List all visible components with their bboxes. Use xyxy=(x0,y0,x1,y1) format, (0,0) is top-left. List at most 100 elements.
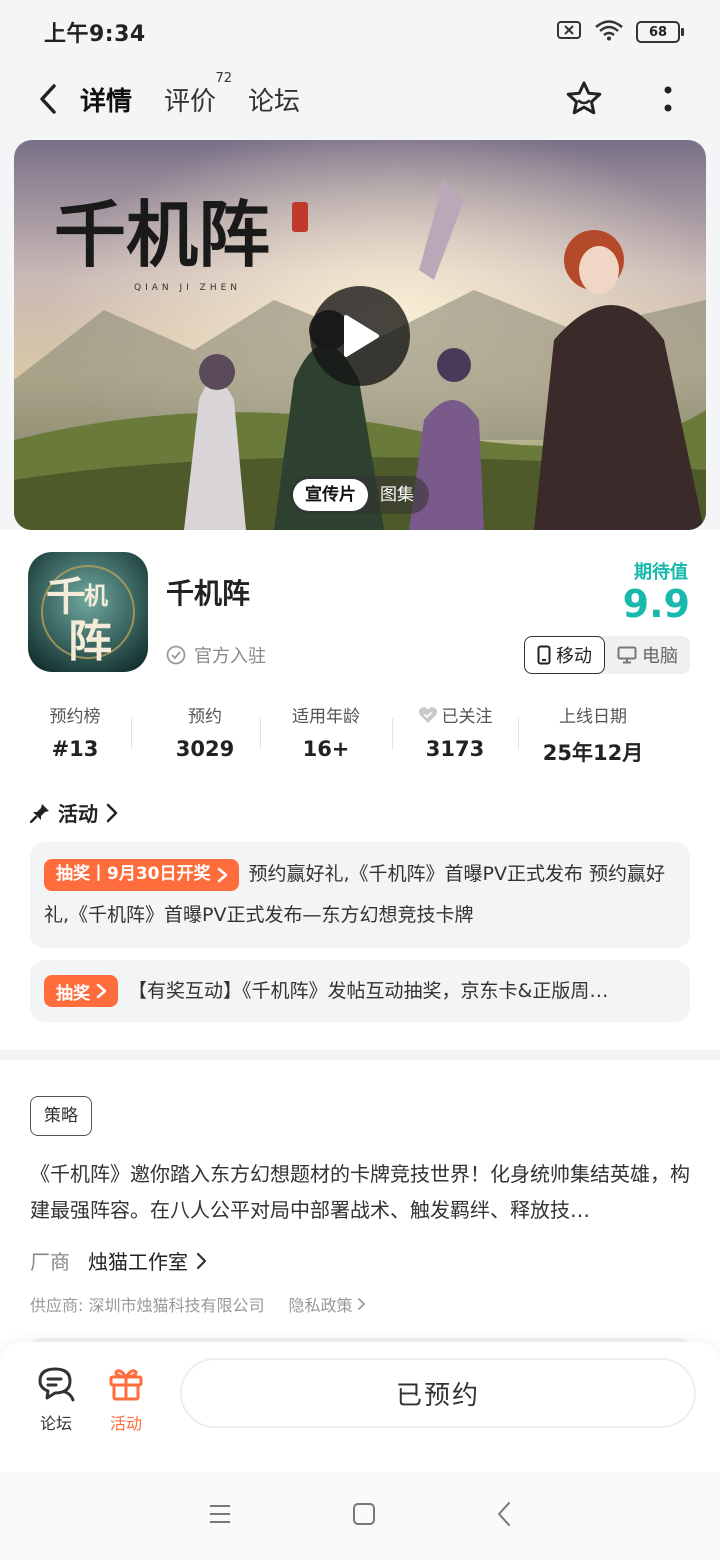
status-bar: 上午9:34 68 xyxy=(0,0,720,64)
official-verified: 官方入驻 xyxy=(166,642,266,668)
activity-card-content: 抽奖丨9月30日开奖 预约赢好礼,《千机阵》首曝PV正式发布 预约赢好礼,《千机… xyxy=(44,854,676,936)
stat-age-rating[interactable]: 适用年龄 16+ xyxy=(260,702,392,767)
status-time: 上午9:34 xyxy=(44,22,146,47)
divider xyxy=(260,718,261,750)
official-label: 官方入驻 xyxy=(194,646,266,667)
tab-forum-label: 论坛 xyxy=(248,86,301,117)
heart-check-icon xyxy=(418,706,437,723)
svg-text:机: 机 xyxy=(84,581,108,610)
vendor-link[interactable]: 厂商 烛猫工作室 xyxy=(30,1246,208,1275)
bottom-action-bar: 论坛 活动 已预约 xyxy=(0,1342,720,1472)
chevron-right-icon xyxy=(196,1252,207,1269)
svg-text:阵: 阵 xyxy=(68,616,112,667)
platform-pc-label: 电脑 xyxy=(642,646,678,667)
back-button[interactable] xyxy=(30,81,66,117)
app-info-panel: 千 机 阵 千机阵 官方入驻 期待值 9.9 移动 电脑 预约榜 #13 预约 … xyxy=(0,530,720,1050)
privacy-policy-label: 隐私政策 xyxy=(288,1296,353,1315)
activity-card[interactable]: 抽奖丨9月30日开奖 预约赢好礼,《千机阵》首曝PV正式发布 预约赢好礼,《千机… xyxy=(30,842,690,948)
chevron-right-icon xyxy=(217,867,227,882)
media-tab-trailer[interactable]: 宣传片 xyxy=(293,479,368,511)
activity-card[interactable]: 抽奖 【有奖互动】《千机阵》发帖互动抽奖，京东卡&正版周… xyxy=(30,960,690,1022)
bottom-forum-button[interactable]: 论坛 xyxy=(26,1364,86,1434)
system-navigation-bar xyxy=(0,1472,720,1560)
supplier-row: 供应商: 深圳市烛猫科技有限公司 隐私政策 xyxy=(30,1292,367,1316)
genre-tag[interactable]: 策略 xyxy=(30,1096,92,1136)
supplier-text: 供应商: 深圳市烛猫科技有限公司 xyxy=(30,1296,265,1315)
lottery-badge: 抽奖 xyxy=(44,975,118,1007)
stat-launch-date: 上线日期 25年12月 xyxy=(518,702,668,767)
vendor-label: 厂商 xyxy=(30,1250,70,1274)
platform-mobile-label: 移动 xyxy=(556,646,592,667)
platform-mobile[interactable]: 移动 xyxy=(524,636,605,674)
activity-title: 活动 xyxy=(58,802,98,826)
verified-check-icon xyxy=(166,645,186,665)
stat-value: #13 xyxy=(51,737,99,761)
back-arrow-icon xyxy=(40,84,56,114)
stat-label: 已关注 xyxy=(392,702,518,727)
system-back-button[interactable] xyxy=(496,1501,512,1531)
tab-forum[interactable]: 论坛 xyxy=(248,81,300,118)
chevron-right-icon xyxy=(357,1298,365,1310)
stats-row: 预约榜 #13 预约 3029 适用年龄 16+ 已关注 3173 上线日期 2… xyxy=(0,702,720,767)
stat-value: 25年12月 xyxy=(542,741,644,765)
back-chevron-icon xyxy=(498,1502,510,1526)
play-icon xyxy=(344,315,379,357)
pin-icon xyxy=(30,803,49,823)
stat-rank[interactable]: 预约榜 #13 xyxy=(0,702,150,767)
expectation-label: 期待值 xyxy=(634,562,688,583)
vendor-name: 烛猫工作室 xyxy=(88,1250,188,1274)
divider xyxy=(131,718,132,750)
bottom-activity-button[interactable]: 活动 xyxy=(96,1364,156,1434)
activity-header[interactable]: 活动 xyxy=(30,798,118,827)
lottery-badge-label: 抽奖 xyxy=(56,983,90,1004)
reserve-button[interactable]: 已预约 xyxy=(180,1358,696,1428)
stat-label: 预约 xyxy=(188,707,222,727)
stat-label: 预约榜 xyxy=(49,707,101,727)
play-video-button[interactable] xyxy=(310,286,410,386)
chevron-right-icon xyxy=(106,803,118,822)
lottery-badge-label: 抽奖丨9月30日开奖 xyxy=(56,864,211,884)
stat-followers[interactable]: 已关注 3173 xyxy=(392,702,518,767)
tab-reviews[interactable]: 评价 72 xyxy=(164,71,232,118)
tab-details-label: 详情 xyxy=(80,86,133,117)
favorite-button[interactable] xyxy=(562,77,606,121)
privacy-policy-link[interactable]: 隐私政策 xyxy=(288,1292,366,1316)
top-nav: 详情 评价 72 论坛 xyxy=(0,64,720,134)
home-button[interactable] xyxy=(352,1502,376,1530)
tab-reviews-label: 评价 xyxy=(164,86,217,117)
platform-switch: 移动 电脑 xyxy=(524,636,690,674)
app-name: 千机阵 xyxy=(166,577,251,610)
activity-text: 【有奖互动】《千机阵》发帖互动抽奖，京东卡&正版周… xyxy=(128,979,609,1002)
lottery-badge: 抽奖丨9月30日开奖 xyxy=(44,858,239,891)
star-icon xyxy=(566,81,602,115)
status-icons: 68 xyxy=(556,19,684,45)
expectation-score: 9.9 xyxy=(622,582,690,626)
promo-banner[interactable]: 千机阵 QIAN JI ZHEN 宣传片 图集 xyxy=(14,140,706,530)
more-button[interactable] xyxy=(646,77,690,121)
stat-reservations: 预约 3029 xyxy=(131,702,260,767)
sim-off-icon xyxy=(556,20,582,44)
followed-label: 已关注 xyxy=(441,707,493,727)
reviews-count-badge: 72 xyxy=(215,70,233,86)
more-vertical-icon xyxy=(664,86,672,112)
menu-icon xyxy=(210,1505,230,1523)
media-tab-gallery[interactable]: 图集 xyxy=(368,479,426,511)
bottom-forum-label: 论坛 xyxy=(39,1414,72,1433)
divider xyxy=(518,718,519,750)
stat-value: 16+ xyxy=(302,737,350,761)
app-icon: 千 机 阵 xyxy=(28,552,148,672)
banner-media-tabs: 宣传片 图集 xyxy=(290,476,429,514)
stat-label: 适用年龄 xyxy=(292,707,360,727)
tab-details[interactable]: 详情 xyxy=(78,81,135,118)
svg-text:QIAN JI ZHEN: QIAN JI ZHEN xyxy=(134,283,241,293)
platform-pc[interactable]: 电脑 xyxy=(605,636,690,674)
phone-icon xyxy=(537,645,551,665)
monitor-icon xyxy=(617,646,637,664)
description-panel: 策略 《千机阵》邀你踏入东方幻想题材的卡牌竞技世界！化身统帅集结英雄，构建最强阵… xyxy=(0,1060,720,1360)
chevron-right-icon xyxy=(96,983,107,999)
divider xyxy=(392,718,393,750)
game-description[interactable]: 《千机阵》邀你踏入东方幻想题材的卡牌竞技世界！化身统帅集结英雄，构建最强阵容。在… xyxy=(30,1156,694,1228)
recent-apps-button[interactable] xyxy=(208,1503,232,1529)
bottom-activity-label: 活动 xyxy=(109,1414,142,1433)
stat-value: 3173 xyxy=(425,737,485,761)
